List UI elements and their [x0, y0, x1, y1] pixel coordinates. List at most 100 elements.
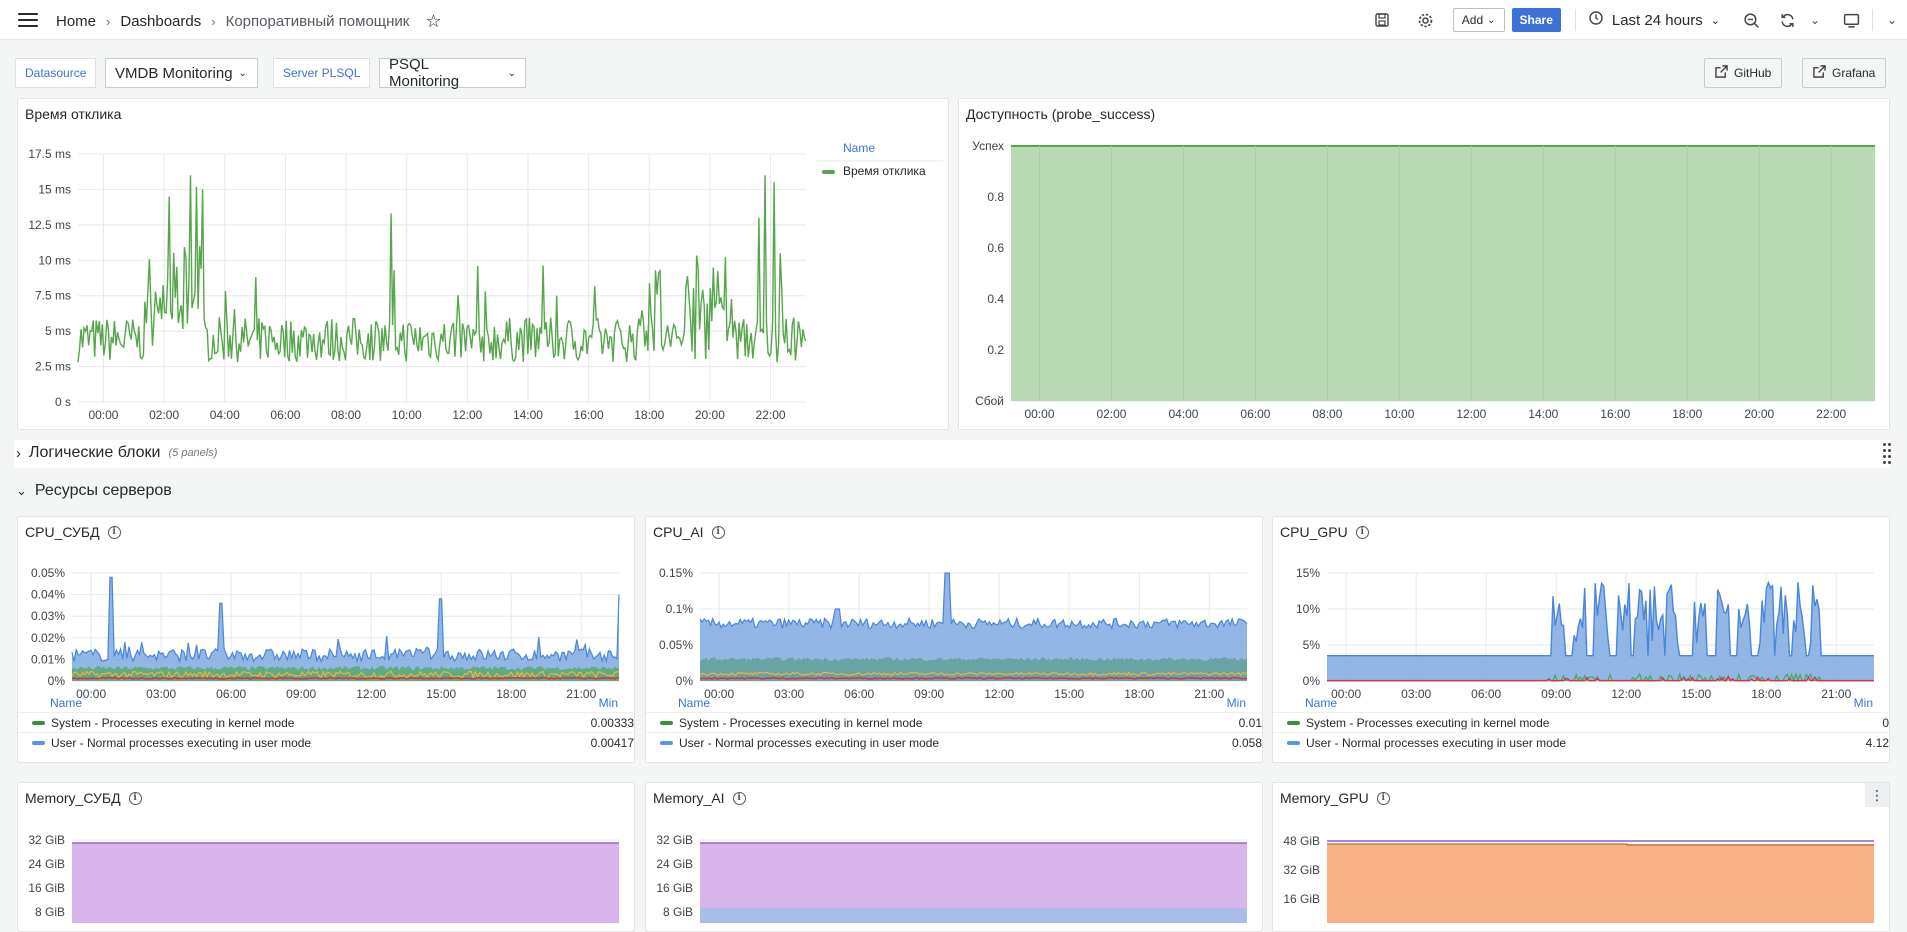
save-icon[interactable] — [1371, 9, 1393, 31]
legend-swatch — [660, 721, 673, 726]
x-tick-label: 14:00 — [513, 408, 543, 422]
memory-cache-area — [700, 908, 1247, 923]
legend-min-header[interactable]: Min — [1854, 696, 1873, 710]
panel-title-wrap: CPU_СУБД i — [25, 524, 121, 540]
chevron-down-icon: ⌄ — [1487, 14, 1496, 26]
legend-min-header[interactable]: Min — [1227, 696, 1246, 710]
y-tick-label: 2.5 ms — [35, 360, 71, 374]
x-tick-label: 08:00 — [1312, 407, 1342, 421]
panel-title-wrap: CPU_AI i — [653, 524, 725, 540]
y-tick-label: 15 ms — [38, 182, 71, 196]
y-tick-label: 7.5 ms — [35, 289, 71, 303]
share-button[interactable]: Share — [1511, 8, 1561, 32]
panel-memory-dbms: Memory_СУБД i 32 GiB 24 GiB 16 GiB 8 GiB — [17, 782, 635, 932]
y-tick-label: 24 GiB — [28, 857, 65, 871]
legend-min-header[interactable]: Min — [599, 696, 618, 710]
legend-label: Время отклика — [843, 164, 926, 178]
panel-memory-gpu: Memory_GPU i ⋮ 48 GiB 32 GiB 16 GiB — [1272, 782, 1890, 932]
y-tick-label: 0.05% — [31, 566, 65, 580]
chevron-down-icon[interactable]: ⌄ — [1881, 9, 1903, 31]
info-icon[interactable]: i — [1355, 525, 1369, 539]
x-tick-label: 18:00 — [634, 408, 664, 422]
panel-title-wrap: CPU_GPU i — [1280, 524, 1369, 540]
legend-value: 4.12 — [1865, 735, 1889, 750]
memory-used-area — [72, 843, 619, 923]
github-link[interactable]: GitHub — [1704, 58, 1783, 88]
legend-swatch — [32, 721, 45, 726]
row-logical-blocks[interactable]: › Логические блоки (5 panels) — [16, 444, 217, 462]
legend-row[interactable]: System - Processes executing in kernel m… — [1273, 712, 1889, 732]
legend-row[interactable]: User - Normal processes executing in use… — [1273, 732, 1889, 752]
y-tick-label: 0.2 — [987, 343, 1004, 357]
tv-mode-icon[interactable] — [1840, 9, 1862, 31]
legend-value: 0 — [1882, 715, 1889, 730]
grafana-link[interactable]: Grafana — [1802, 58, 1887, 88]
breadcrumb: Home › Dashboards › Корпоративный помощн… — [56, 11, 442, 32]
info-icon[interactable]: i — [107, 525, 121, 539]
legend-row[interactable]: User - Normal processes executing in use… — [18, 732, 634, 752]
legend-value: 0.01 — [1238, 715, 1262, 730]
legend-row[interactable]: System - Processes executing in kernel m… — [18, 712, 634, 732]
memory-gpu-chart: 48 GiB 32 GiB 16 GiB — [1283, 834, 1874, 923]
legend-swatch — [32, 741, 45, 746]
legend-header: Name Min — [1273, 694, 1889, 712]
breadcrumb-dashboards[interactable]: Dashboards — [120, 13, 201, 30]
divider — [1574, 9, 1576, 31]
y-tick-label: 0.01% — [31, 652, 65, 666]
x-tick-label: 14:00 — [1528, 407, 1558, 421]
datasource-value: VMDB Monitoring — [115, 64, 233, 82]
row-panel-count: (5 panels) — [168, 447, 218, 459]
y-tick-label: 17.5 ms — [28, 147, 71, 161]
x-tick-label: 04:00 — [1168, 407, 1198, 421]
legend-name-header: Name — [843, 141, 875, 155]
y-tick-label: 0% — [1303, 674, 1321, 688]
chevron-down-icon[interactable]: ⌄ — [1804, 9, 1826, 31]
legend-swatch — [660, 741, 673, 746]
y-tick-label: 12.5 ms — [28, 218, 71, 232]
drag-handle-icon[interactable] — [1883, 443, 1891, 464]
panel-availability: Доступность (probe_success) Успех 0.8 0.6 0… — [958, 98, 1890, 430]
menu-icon[interactable] — [18, 13, 38, 27]
y-tick-label: 0.8 — [987, 190, 1004, 204]
top-navbar: Home › Dashboards › Корпоративный помощн… — [0, 0, 1907, 40]
chevron-right-icon: › — [211, 14, 216, 29]
star-icon[interactable]: ☆ — [425, 11, 441, 32]
row-logical-blocks-bg — [14, 440, 1890, 468]
row-server-resources[interactable]: ⌄ Ресурсы серверов — [16, 482, 172, 500]
refresh-icon[interactable] — [1776, 9, 1798, 31]
legend-swatch — [822, 170, 835, 174]
time-range-picker[interactable]: Last 24 hours ⌄ — [1588, 10, 1720, 30]
legend-table: Name Min System - Processes executing in… — [1273, 694, 1889, 752]
server-plsql-select[interactable]: PSQL Monitoring ⌄ — [379, 56, 526, 90]
legend-name-header[interactable]: Name — [50, 696, 82, 710]
memory-ai-chart: 32 GiB24 GiB16 GiB8 GiB — [656, 833, 1247, 923]
cpu-user-area — [72, 577, 619, 681]
panel-cpu-ai: CPU_AI i 0.15% 0.1% 0.05% 0% 00:00 03:00 06:00… — [645, 516, 1263, 763]
gear-icon[interactable] — [1415, 9, 1437, 31]
legend-label: System - Processes executing in kernel m… — [51, 715, 295, 730]
y-tick-label: 32 GiB — [1283, 863, 1320, 877]
memory-dbms-chart: 32 GiB24 GiB16 GiB8 GiB — [28, 833, 619, 923]
zoom-out-icon[interactable] — [1740, 9, 1762, 31]
x-tick-label: 22:00 — [1816, 407, 1846, 421]
breadcrumb-home[interactable]: Home — [56, 13, 96, 30]
y-tick-label: 10% — [1296, 602, 1320, 616]
chevron-right-icon: › — [16, 444, 21, 462]
x-tick-label: 22:00 — [756, 408, 786, 422]
info-icon[interactable]: i — [711, 525, 725, 539]
legend-name-header[interactable]: Name — [678, 696, 710, 710]
grafana-link-label: Grafana — [1832, 66, 1876, 80]
legend-name-header[interactable]: Name — [1305, 696, 1337, 710]
x-tick-label: 06:00 — [1240, 407, 1270, 421]
x-tick-label: 02:00 — [149, 408, 179, 422]
availability-chart: Успех 0.8 0.6 0.4 0.2 Сбой 00:00 02:00 04:00 06:0… — [972, 139, 1875, 421]
add-button[interactable]: Add ⌄ — [1452, 8, 1505, 32]
cpu-user-line — [71, 576, 620, 664]
legend-row[interactable]: System - Processes executing in kernel m… — [646, 712, 1262, 732]
datasource-label: Datasource — [15, 58, 97, 88]
datasource-select[interactable]: VMDB Monitoring ⌄ — [105, 58, 258, 88]
response-time-chart: 17.5 ms 15 ms 12.5 ms 10 ms 7.5 ms 5 ms 2.5 ms… — [28, 141, 943, 422]
legend-row[interactable]: User - Normal processes executing in use… — [646, 732, 1262, 752]
y-tick-label: 16 GiB — [28, 881, 65, 895]
legend-label: User - Normal processes executing in use… — [51, 735, 312, 750]
